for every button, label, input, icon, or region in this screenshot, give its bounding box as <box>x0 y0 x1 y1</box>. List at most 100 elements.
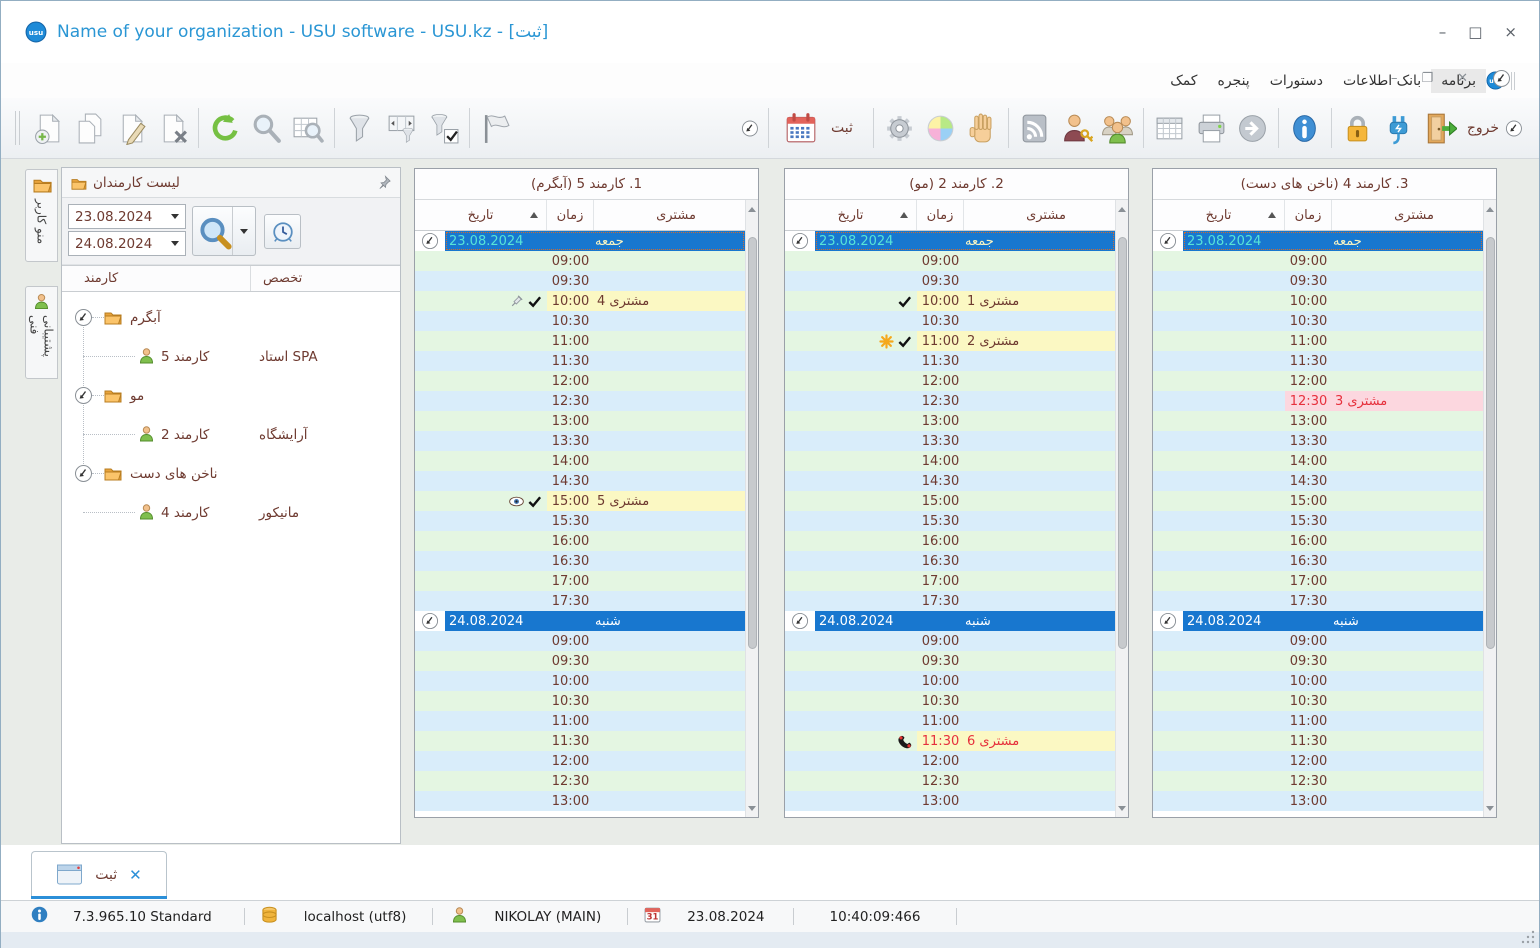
scroll-up-icon[interactable] <box>1484 202 1496 216</box>
time-slot-row[interactable]: 15:30 <box>1153 511 1483 531</box>
time-slot-row[interactable]: 15:30 <box>785 511 1115 531</box>
minimize-button[interactable]: – <box>1439 23 1447 41</box>
lock-button[interactable] <box>1337 105 1378 151</box>
time-slot-row[interactable]: 17:00 <box>415 571 745 591</box>
time-slot-row[interactable]: 09:30 <box>415 651 745 671</box>
time-slot-row[interactable]: 12:00 <box>785 371 1115 391</box>
time-slot-row[interactable]: 13:00 <box>415 411 745 431</box>
time-slot-row[interactable]: 09:30 <box>1153 651 1483 671</box>
tree-group-row[interactable]: ناخن های دست <box>62 454 400 493</box>
time-slot-row[interactable]: 12:30 <box>785 391 1115 411</box>
time-slot-row[interactable]: 09:00 <box>785 251 1115 271</box>
search-grid-button[interactable] <box>287 105 328 151</box>
exit-button[interactable] <box>1419 105 1460 151</box>
time-slot-row[interactable]: 14:00 <box>415 451 745 471</box>
scroll-up-icon[interactable] <box>746 202 758 216</box>
date-row[interactable]: 23.08.2024جمعه <box>785 231 1115 251</box>
employee-column-header[interactable]: کارمند <box>62 266 251 291</box>
time-slot-row[interactable]: 10:00 <box>415 671 745 691</box>
menu-item[interactable]: کمک <box>1160 69 1207 93</box>
time-slot-row[interactable]: 12:30 <box>1153 771 1483 791</box>
date-to-picker[interactable]: 24.08.2024 <box>68 231 186 256</box>
scroll-up-icon[interactable] <box>1116 202 1128 216</box>
vertical-scrollbar[interactable] <box>745 200 758 817</box>
mdi-restore-button[interactable]: ❐ <box>1421 71 1433 86</box>
time-slot-row[interactable]: 11:30 <box>415 351 745 371</box>
customer-column-header[interactable]: مشتری <box>964 200 1128 230</box>
jump-to-date-icon[interactable] <box>791 232 809 250</box>
date-row[interactable]: 23.08.2024جمعه <box>1153 231 1483 251</box>
menu-item[interactable]: دستورات <box>1260 69 1333 93</box>
search-icon[interactable] <box>193 207 233 255</box>
time-slot-row[interactable]: 16:30 <box>1153 551 1483 571</box>
filter-button[interactable] <box>340 105 381 151</box>
filter-apply-button[interactable] <box>422 105 463 151</box>
time-slot-row[interactable]: 14:00 <box>1153 451 1483 471</box>
time-slot-row[interactable]: 16:00 <box>785 531 1115 551</box>
appointment-row[interactable]: 15:00 مشتری 5 <box>415 491 745 511</box>
vertical-scrollbar[interactable] <box>1483 200 1496 817</box>
time-slot-row[interactable]: 17:00 <box>785 571 1115 591</box>
time-slot-row[interactable]: 12:00 <box>415 751 745 771</box>
toolbar-grip[interactable] <box>15 111 20 145</box>
time-slot-row[interactable]: 09:00 <box>1153 251 1483 271</box>
time-slot-row[interactable]: 12:00 <box>1153 751 1483 771</box>
time-slot-row[interactable]: 11:00 <box>785 711 1115 731</box>
flag-button[interactable] <box>475 105 516 151</box>
time-slot-row[interactable]: 12:30 <box>415 391 745 411</box>
scroll-down-icon[interactable] <box>1116 801 1128 815</box>
time-slot-row[interactable]: 13:30 <box>415 431 745 451</box>
feed-button[interactable] <box>1014 105 1055 151</box>
quick-customize-icon[interactable] <box>1492 69 1511 88</box>
time-slot-row[interactable]: 11:00 <box>1153 331 1483 351</box>
time-slot-row[interactable]: 12:00 <box>785 751 1115 771</box>
date-row[interactable]: 24.08.2024شنبه <box>785 611 1115 631</box>
customer-column-header[interactable]: مشتری <box>1332 200 1496 230</box>
time-slot-row[interactable]: 13:00 <box>785 791 1115 811</box>
collapse-group-icon[interactable] <box>74 464 93 483</box>
resize-grip-icon[interactable] <box>1521 930 1535 944</box>
scroll-down-icon[interactable] <box>746 801 758 815</box>
time-slot-row[interactable]: 11:30 <box>415 731 745 751</box>
jump-to-date-icon[interactable] <box>421 232 439 250</box>
date-row[interactable]: 24.08.2024شنبه <box>415 611 745 631</box>
time-slot-row[interactable]: 17:30 <box>1153 591 1483 611</box>
scrollbar-thumb[interactable] <box>1118 237 1127 649</box>
time-slot-row[interactable]: 11:00 <box>415 711 745 731</box>
time-slot-row[interactable]: 10:00 <box>785 671 1115 691</box>
time-slot-row[interactable]: 11:30 <box>785 351 1115 371</box>
scroll-down-icon[interactable] <box>1484 801 1496 815</box>
quick-customize-icon[interactable] <box>741 119 759 138</box>
time-column-header[interactable]: زمان <box>917 200 964 230</box>
time-slot-row[interactable]: 11:30 <box>1153 731 1483 751</box>
table-button[interactable] <box>1149 105 1190 151</box>
time-slot-row[interactable]: 09:00 <box>1153 631 1483 651</box>
sidebar-tab-tech-support[interactable]: پشتیبانی فنی <box>25 286 58 379</box>
time-slot-row[interactable]: 13:00 <box>1153 791 1483 811</box>
time-slot-row[interactable]: 14:00 <box>785 451 1115 471</box>
tab-close-icon[interactable]: ✕ <box>129 866 142 884</box>
collapse-group-icon[interactable] <box>74 386 93 405</box>
time-slot-row[interactable]: 13:30 <box>785 431 1115 451</box>
time-slot-row[interactable]: 12:30 <box>415 771 745 791</box>
close-button[interactable]: × <box>1504 23 1517 41</box>
time-slot-row[interactable]: 13:00 <box>415 791 745 811</box>
time-slot-row[interactable]: 10:00 <box>1153 671 1483 691</box>
time-slot-row[interactable]: 10:30 <box>785 311 1115 331</box>
plugin-button[interactable] <box>1378 105 1419 151</box>
schedule-column-title[interactable]: 3. کارمند 4 (ناخن های دست) <box>1153 169 1496 200</box>
time-slot-row[interactable]: 10:30 <box>1153 311 1483 331</box>
time-slot-row[interactable]: 15:00 <box>785 491 1115 511</box>
time-slot-row[interactable]: 17:30 <box>415 591 745 611</box>
time-slot-row[interactable]: 11:30 <box>1153 351 1483 371</box>
scrollbar-thumb[interactable] <box>748 237 757 649</box>
menu-item[interactable]: پنجره <box>1207 69 1259 93</box>
copy-record-button[interactable] <box>69 105 110 151</box>
info-button[interactable] <box>1284 105 1325 151</box>
time-slot-row[interactable]: 11:00 <box>1153 711 1483 731</box>
time-slot-row[interactable]: 10:00 <box>1153 291 1483 311</box>
time-slot-row[interactable]: 09:00 <box>415 251 745 271</box>
date-column-header[interactable]: تاریخ <box>785 200 917 230</box>
date-column-header[interactable]: تاریخ <box>1153 200 1285 230</box>
date-row[interactable]: 23.08.2024جمعه <box>415 231 745 251</box>
